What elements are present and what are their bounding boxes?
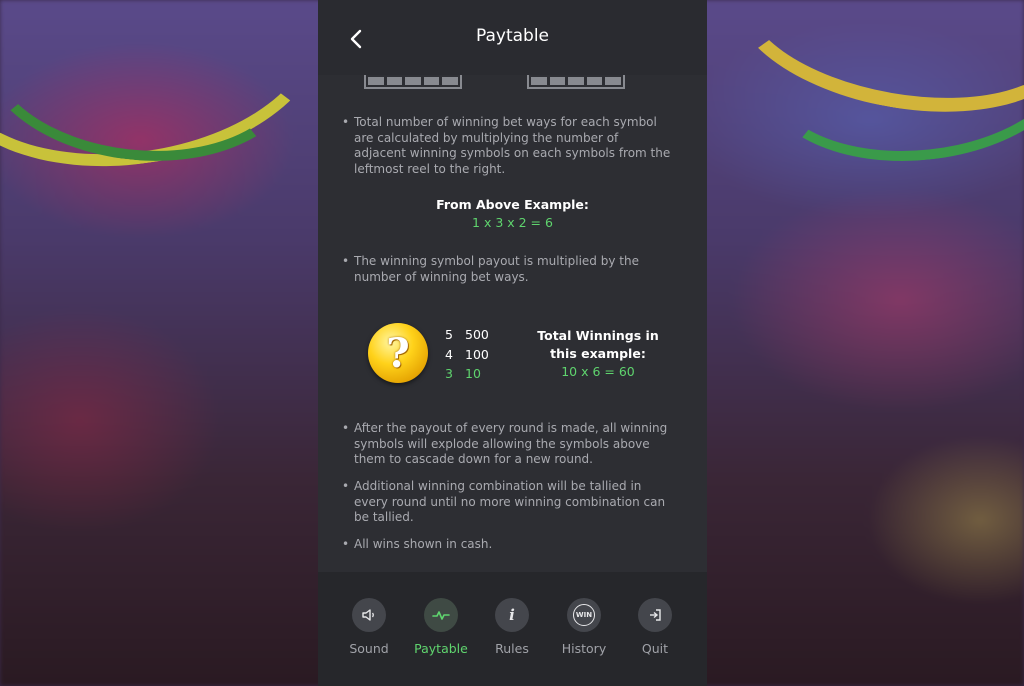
nav-sound-button[interactable]: Sound xyxy=(339,598,399,656)
nav-rules-button[interactable]: i Rules xyxy=(482,598,542,656)
nav-history-button[interactable]: WIN History xyxy=(554,598,614,656)
page-title: Paytable xyxy=(475,26,550,46)
reel-diagram-left xyxy=(364,75,462,89)
bet-ways-explanation: Total number of winning bet ways for eac… xyxy=(342,115,674,177)
nav-label: Quit xyxy=(641,641,669,656)
total-winnings: Total Winnings in this example: 10 x 6 =… xyxy=(528,327,668,381)
paytable-content[interactable]: Total number of winning bet ways for eac… xyxy=(318,75,707,572)
cash-note: All wins shown in cash. xyxy=(342,537,674,553)
nav-label: Rules xyxy=(495,641,529,656)
win-history-icon: WIN xyxy=(567,598,601,632)
reel-diagram-right xyxy=(527,75,625,89)
nav-paytable-button[interactable]: Paytable xyxy=(411,598,471,656)
payout-multiplier-explanation: The winning symbol payout is multiplied … xyxy=(342,254,674,285)
total-winnings-title: Total Winnings in this example: xyxy=(537,328,659,361)
question-mark-coin-icon: ? xyxy=(368,323,428,383)
cascade-explanation: After the payout of every round is made,… xyxy=(342,421,674,468)
exit-icon xyxy=(638,598,672,632)
info-icon: i xyxy=(495,598,529,632)
speaker-icon xyxy=(352,598,386,632)
example-formula: 1 x 3 x 2 = 6 xyxy=(472,215,553,230)
nav-label: Sound xyxy=(349,641,389,656)
total-winnings-formula: 10 x 6 = 60 xyxy=(561,364,635,379)
nav-quit-button[interactable]: Quit xyxy=(625,598,685,656)
pulse-icon xyxy=(424,598,458,632)
example-title: From Above Example: xyxy=(436,197,589,212)
bottom-nav: Sound Paytable i Rules WIN History Quit xyxy=(318,572,707,686)
nav-label: History xyxy=(561,641,607,656)
nav-label: Paytable xyxy=(414,641,468,656)
tally-explanation: Additional winning combination will be t… xyxy=(342,479,674,526)
header: Paytable xyxy=(318,0,707,75)
paytable-panel: Paytable Total number of winning bet way… xyxy=(318,0,707,686)
